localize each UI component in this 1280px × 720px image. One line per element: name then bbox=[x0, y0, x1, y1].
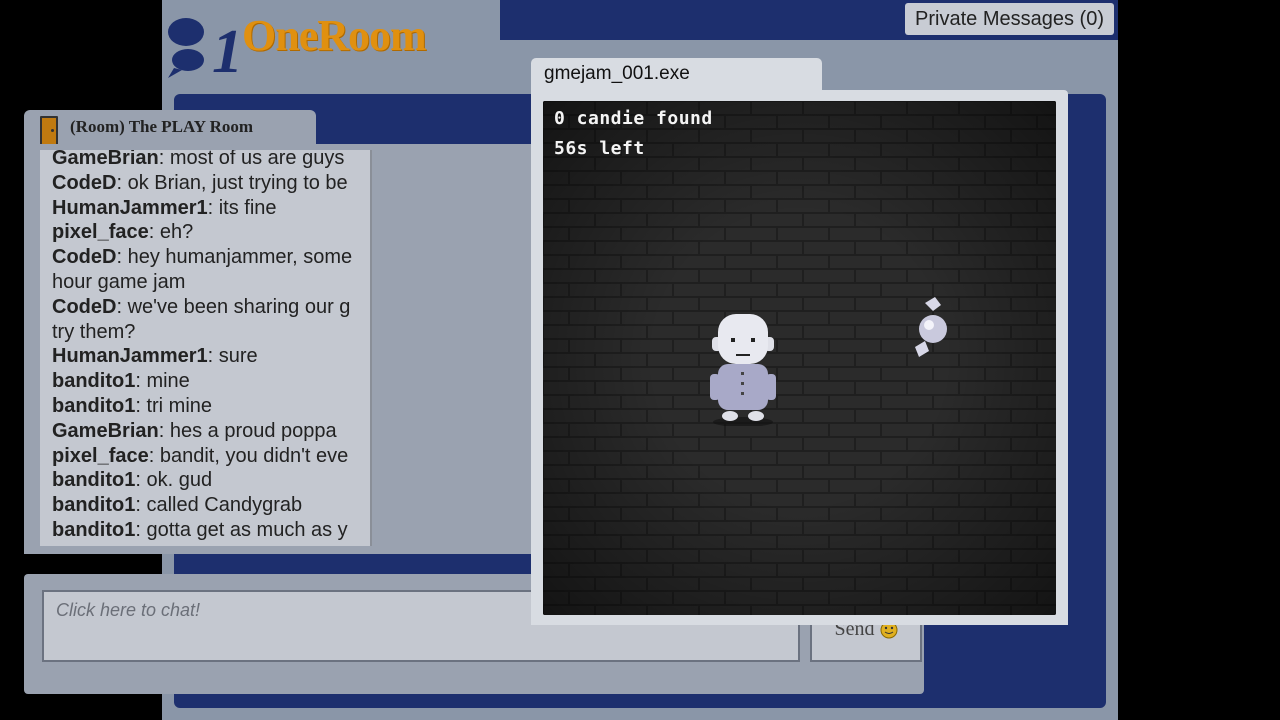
chat-message: bandito1: mine bbox=[52, 369, 370, 394]
chat-username: GameBrian bbox=[52, 419, 159, 442]
chat-message: HumanJammer1: sure bbox=[52, 344, 370, 369]
chat-username: CodeD bbox=[52, 171, 117, 194]
chat-text: : its fine bbox=[207, 196, 277, 219]
chat-username: bandito1 bbox=[52, 518, 136, 541]
chat-username: HumanJammer1 bbox=[52, 196, 208, 219]
vignette bbox=[543, 101, 1056, 615]
chat-text: : gotta get as much as y bbox=[135, 518, 348, 541]
chat-text: : eh? bbox=[148, 221, 194, 244]
chat-message: CodeD: ok Brian, just trying to be bbox=[52, 171, 370, 196]
room-tab[interactable]: (Room) The PLAY Room bbox=[24, 110, 316, 146]
chat-message: bandito1: ok. gud bbox=[52, 468, 370, 493]
chat-lines: GameBrian: most of us are guys CodeD: ok… bbox=[52, 150, 370, 543]
chat-message: bandito1: called Candygrab bbox=[52, 493, 370, 518]
game-canvas[interactable]: 0 candie found 56s left bbox=[543, 101, 1056, 615]
chat-username: CodeD bbox=[52, 295, 117, 318]
chat-text: : called Candygrab bbox=[135, 494, 303, 517]
chat-message: pixel_face: eh? bbox=[52, 220, 370, 245]
chat-username: pixel_face bbox=[52, 221, 149, 244]
chat-text: : we've been sharing our g bbox=[116, 295, 351, 318]
chat-username: CodeD bbox=[52, 246, 117, 269]
chat-username: bandito1 bbox=[52, 469, 136, 492]
chat-message: pixel_face: bandit, you didn't eve bbox=[52, 444, 370, 469]
chat-username: pixel_face bbox=[52, 444, 149, 467]
chat-message: GameBrian: most of us are guys bbox=[52, 150, 370, 171]
time-left-counter: 56s left bbox=[554, 138, 645, 159]
chat-message: CodeD: hey humanjammer, some bbox=[52, 245, 370, 270]
candies-found-counter: 0 candie found bbox=[554, 108, 713, 129]
chat-text: : ok Brian, just trying to be bbox=[116, 171, 348, 194]
chat-bubbles-logo-icon: 1 bbox=[168, 18, 243, 80]
chat-message: hour game jam bbox=[52, 270, 370, 295]
private-messages-button[interactable]: Private Messages (0) bbox=[905, 3, 1114, 35]
game-window-tab[interactable]: gmejam_001.exe bbox=[531, 58, 822, 90]
chat-text: : mine bbox=[135, 370, 190, 393]
chat-message: try them? bbox=[52, 320, 370, 345]
chat-text: : most of us are guys bbox=[158, 150, 345, 169]
chat-log[interactable]: GameBrian: most of us are guys CodeD: ok… bbox=[40, 150, 372, 546]
chat-text: : ok. gud bbox=[135, 469, 213, 492]
candy-sprite bbox=[915, 297, 947, 357]
chat-message: GameBrian: hes a proud poppa bbox=[52, 419, 370, 444]
chat-text: try them? bbox=[52, 320, 136, 343]
door-icon bbox=[40, 116, 58, 146]
chat-text: hour game jam bbox=[52, 270, 186, 293]
top-bar: Private Messages (0) bbox=[500, 0, 1118, 40]
chat-username: HumanJammer1 bbox=[52, 345, 208, 368]
chat-text: : sure bbox=[207, 345, 258, 368]
chat-username: bandito1 bbox=[52, 394, 136, 417]
chat-message: bandito1: gotta get as much as y bbox=[52, 518, 370, 543]
chat-text: : hes a proud poppa bbox=[158, 419, 337, 442]
player-character-sprite bbox=[710, 314, 776, 426]
room-title: (Room) The PLAY Room bbox=[70, 117, 254, 136]
chat-message: bandito1: tri mine bbox=[52, 394, 370, 419]
chat-username: bandito1 bbox=[52, 494, 136, 517]
chat-message: CodeD: we've been sharing our g bbox=[52, 295, 370, 320]
logo-area: 1 OneRoom bbox=[162, 0, 500, 80]
chat-username: GameBrian bbox=[52, 150, 159, 169]
chat-username: bandito1 bbox=[52, 370, 136, 393]
chat-message: HumanJammer1: its fine bbox=[52, 196, 370, 221]
chat-text: : hey humanjammer, some bbox=[116, 246, 353, 269]
svg-text:1: 1 bbox=[212, 18, 243, 80]
logo-text: OneRoom bbox=[242, 11, 427, 60]
chat-text: : bandit, you didn't eve bbox=[148, 444, 349, 467]
chat-text: : tri mine bbox=[135, 394, 213, 417]
game-window-title: gmejam_001.exe bbox=[544, 63, 690, 84]
